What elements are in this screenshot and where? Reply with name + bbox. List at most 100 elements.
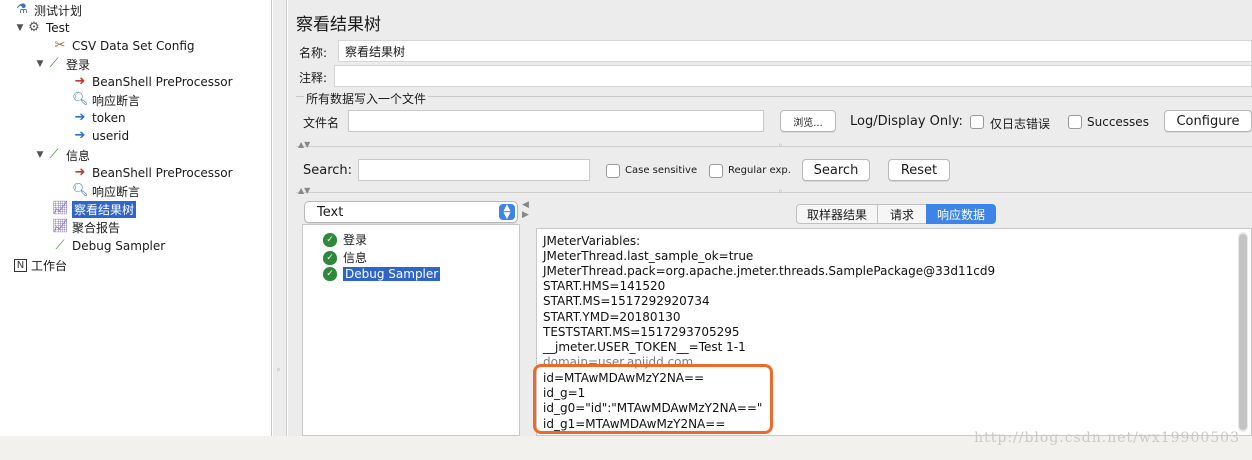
tree-item-label: 响应断言 xyxy=(92,184,141,199)
search-button[interactable]: Search xyxy=(802,159,870,181)
pane-collapse-left-icon[interactable]: ◀ xyxy=(522,200,529,210)
tree-item-info-sampler[interactable]: ▼ ⟋ 信息 xyxy=(34,146,90,164)
split-pane-divider[interactable]: ◦ xyxy=(273,0,287,436)
magnifier-icon: 🔍︎ xyxy=(72,183,89,198)
successes-label: Successes xyxy=(1087,115,1149,129)
response-line: __jmeter.USER_TOKEN__=Test 1-1 xyxy=(543,340,746,354)
chart-icon: 📈︎ xyxy=(52,201,69,216)
tab-request[interactable]: 请求 xyxy=(877,204,927,224)
tree-item-token[interactable]: ➔ token xyxy=(72,109,126,127)
collapse-arrow-icon[interactable]: ▼ xyxy=(14,23,26,33)
response-line: START.MS=1517292920734 xyxy=(543,294,710,308)
group-title: 所有数据写入一个文件 xyxy=(304,90,429,107)
tree-item-userid[interactable]: ➔ userid xyxy=(72,127,130,145)
search-input[interactable] xyxy=(358,159,590,181)
collapse-arrow-icon[interactable]: ▼ xyxy=(34,59,46,69)
list-item[interactable]: ✓ 信息 xyxy=(323,249,367,266)
doc-arrow-icon: ➔ xyxy=(74,110,86,125)
pane-collapse-right-icon[interactable]: ▶ xyxy=(522,210,529,220)
tree-item-label: 聚合报告 xyxy=(72,220,121,235)
tree-item-assertion-2[interactable]: 🔍︎ 响应断言 xyxy=(72,182,140,200)
reset-button[interactable]: Reset xyxy=(888,159,950,181)
divider xyxy=(296,192,1252,193)
test-plan-tree: ⚗ 测试计划 ▼ ⚙ Test ✂ CSV Data Set Config ▼ … xyxy=(0,0,272,436)
renderer-select[interactable]: Text ▲ ▼ xyxy=(304,201,518,223)
tree-item-assertion-1[interactable]: 🔍︎ 响应断言 xyxy=(72,91,140,109)
response-line: START.YMD=20180130 xyxy=(543,310,681,324)
tree-item-beanshell-2[interactable]: ➜ BeanShell PreProcessor xyxy=(72,164,233,182)
result-label: 信息 xyxy=(343,251,368,265)
wrench-icon: ✂ xyxy=(54,38,66,53)
collapse-arrows-icon[interactable]: ▲▼ xyxy=(298,140,310,149)
case-sensitive-checkbox[interactable] xyxy=(606,164,620,178)
tree-item-label: 察看结果树 xyxy=(72,200,137,218)
tree-item-thread-group[interactable]: ▼ ⚙ Test xyxy=(14,19,70,37)
tree-item-beanshell-1[interactable]: ➜ BeanShell PreProcessor xyxy=(72,73,233,91)
regex-label: Regular exp. xyxy=(728,165,791,176)
page-title: 察看结果树 xyxy=(296,15,381,35)
list-item[interactable]: ✓ Debug Sampler xyxy=(323,267,441,281)
dropper-icon: ⟋ xyxy=(49,56,59,71)
tree-item-label: 信息 xyxy=(66,148,91,163)
response-line: START.HMS=141520 xyxy=(543,279,666,293)
tree-item-test-plan[interactable]: ⚗ 测试计划 xyxy=(2,1,82,19)
chart-icon: 📈︎ xyxy=(52,219,69,234)
tab-sampler-result[interactable]: 取样器结果 xyxy=(796,204,878,224)
gear-icon: ⚙ xyxy=(28,20,40,35)
tree-item-label: BeanShell PreProcessor xyxy=(92,166,233,180)
dropper-icon: ⟋ xyxy=(49,147,59,162)
arrow-in-icon: ➜ xyxy=(74,165,86,180)
magnifier-icon: 🔍︎ xyxy=(72,92,89,107)
tree-item-workbench[interactable]: N 工作台 xyxy=(14,256,67,274)
tree-item-label: 工作台 xyxy=(31,258,68,273)
errors-only-label: 仅日志错误 xyxy=(990,117,1051,131)
case-sensitive-label: Case sensitive xyxy=(625,165,698,176)
success-shield-icon: ✓ xyxy=(323,267,337,281)
comment-field[interactable] xyxy=(334,65,1252,87)
tree-item-debug-sampler[interactable]: ⟋ Debug Sampler xyxy=(52,237,165,255)
watermark: http://blog.csdn.net/wx19900503 xyxy=(974,430,1240,446)
result-label: 登录 xyxy=(343,233,368,247)
tree-item-login-sampler[interactable]: ▼ ⟋ 登录 xyxy=(34,55,90,73)
renderer-select-value: Text xyxy=(317,204,344,220)
configure-button[interactable]: Configure xyxy=(1164,110,1252,132)
response-line: JMeterThread.pack=org.apache.jmeter.thre… xyxy=(543,264,996,278)
select-stepper-icon: ▲ ▼ xyxy=(499,204,515,221)
tree-item-csv-config[interactable]: ✂ CSV Data Set Config xyxy=(52,37,195,55)
collapse-arrows-icon[interactable]: ▲▼ xyxy=(298,186,310,195)
tree-item-label: BeanShell PreProcessor xyxy=(92,75,233,89)
tree-item-label: CSV Data Set Config xyxy=(72,39,195,53)
response-line: TESTSTART.MS=1517293705295 xyxy=(543,325,740,339)
list-item[interactable]: ✓ 登录 xyxy=(323,231,367,248)
comment-label: 注释: xyxy=(299,71,328,85)
successes-checkbox[interactable] xyxy=(1068,115,1082,129)
response-line: JMeterVariables: xyxy=(543,234,641,248)
search-label: Search: xyxy=(303,163,353,178)
filename-input[interactable] xyxy=(348,110,764,132)
browse-button[interactable]: 浏览... xyxy=(780,110,836,132)
success-shield-icon: ✓ xyxy=(323,232,337,247)
collapse-arrow-icon[interactable]: ▼ xyxy=(34,150,46,160)
splitter-grip-icon: ◦ xyxy=(276,366,282,376)
sample-results-list: ✓ 登录 ✓ 信息 ✓ Debug Sampler xyxy=(302,224,520,436)
divider xyxy=(296,146,1252,147)
flask-icon: ⚗ xyxy=(16,2,28,17)
tree-item-label: 登录 xyxy=(66,57,91,72)
tree-item-label: userid xyxy=(92,129,130,143)
tree-item-label: token xyxy=(92,111,126,125)
tree-item-view-results-tree[interactable]: 📈︎ 察看结果树 xyxy=(52,200,137,218)
highlight-annotation-box xyxy=(533,364,773,434)
tree-item-aggregate-report[interactable]: 📈︎ 聚合报告 xyxy=(52,218,120,236)
tree-item-label: Test xyxy=(46,21,70,35)
dropper-icon: ⟋ xyxy=(55,238,65,253)
splitter-grip-icon[interactable]: ◦ xyxy=(778,187,783,196)
errors-only-checkbox[interactable] xyxy=(970,115,984,129)
tab-response-data[interactable]: 响应数据 xyxy=(926,204,996,224)
result-label: Debug Sampler xyxy=(343,267,441,281)
name-label: 名称: xyxy=(299,46,328,60)
tree-item-label: Debug Sampler xyxy=(72,239,166,253)
regex-checkbox[interactable] xyxy=(709,164,723,178)
response-scrollbar-thumb[interactable] xyxy=(1239,234,1247,430)
splitter-grip-icon[interactable]: ◦ xyxy=(778,141,783,150)
name-field[interactable]: 察看结果树 xyxy=(338,40,1252,62)
